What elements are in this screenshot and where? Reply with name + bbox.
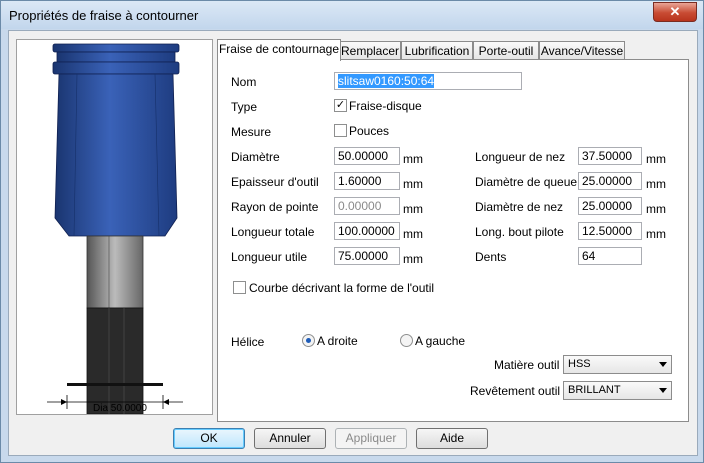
epaisseur-value: 1.60000 xyxy=(338,174,382,188)
ok-button[interactable]: OK xyxy=(173,428,245,449)
longueur-totale-unit: mm xyxy=(403,227,423,241)
epaisseur-label: Epaisseur d'outil xyxy=(231,175,319,189)
epaisseur-input[interactable]: 1.60000 xyxy=(334,172,400,190)
rayon-value: 0.00000 xyxy=(338,199,382,213)
chevron-down-icon xyxy=(659,388,667,393)
close-button[interactable]: ✕ xyxy=(653,2,697,22)
tab-label: Porte-outil xyxy=(478,44,534,58)
tab-lubrification[interactable]: Lubrification xyxy=(401,41,473,60)
help-label: Aide xyxy=(439,431,465,445)
dents-input[interactable]: 64 xyxy=(578,247,642,265)
tab-panel: Nom slitsaw0160:50:64 Type ✓ Fraise-disq… xyxy=(217,59,689,422)
longueur-utile-unit: mm xyxy=(403,252,423,266)
tab-label: Remplacer xyxy=(340,44,400,58)
dialog-window: Propriétés de fraise à contourner ✕ Dia … xyxy=(0,0,704,463)
diametre-queue-label: Diamètre de queue xyxy=(475,175,578,189)
diametre-queue-input[interactable]: 25.00000 xyxy=(578,172,642,190)
tab-label: Lubrification xyxy=(404,44,470,58)
cancel-label: Annuler xyxy=(269,431,311,445)
revetement-select[interactable]: BRILLANT xyxy=(563,381,672,400)
title-bar[interactable]: Propriétés de fraise à contourner ✕ xyxy=(1,1,703,29)
fraise-disque-checkbox[interactable]: ✓ xyxy=(334,99,347,112)
window-title: Propriétés de fraise à contourner xyxy=(9,8,199,23)
close-icon: ✕ xyxy=(669,4,681,19)
longueur-nez-label: Longueur de nez xyxy=(475,150,566,164)
diametre-label: Diamètre xyxy=(231,150,280,164)
tab-label: Avance/Vitesse xyxy=(540,44,624,58)
epaisseur-unit: mm xyxy=(403,177,423,191)
apply-label: Appliquer xyxy=(345,431,397,445)
long-bout-pilote-label: Long. bout pilote xyxy=(475,225,564,239)
longueur-nez-value: 37.50000 xyxy=(582,149,633,163)
tab-label: Fraise de contournage xyxy=(218,42,340,56)
dents-label: Dents xyxy=(475,250,507,264)
helice-gauche-radio[interactable] xyxy=(400,334,413,347)
tool-preview: Dia 50.0000 xyxy=(16,39,213,415)
diametre-queue-value: 25.00000 xyxy=(582,174,633,188)
rayon-unit: mm xyxy=(403,202,423,216)
matiere-label: Matière outil xyxy=(494,358,560,372)
name-input[interactable]: slitsaw0160:50:64 xyxy=(334,72,522,90)
tab-fraise-de-contournage[interactable]: Fraise de contournage xyxy=(217,39,341,61)
dialog-client: Dia 50.0000 Fraise de contournage Rempla… xyxy=(8,30,698,456)
ok-label: OK xyxy=(200,431,218,445)
longueur-utile-value: 75.00000 xyxy=(338,249,389,263)
helice-gauche-label: A gauche xyxy=(415,334,466,348)
longueur-totale-label: Longueur totale xyxy=(231,225,315,239)
helice-droite-radio[interactable] xyxy=(302,334,315,347)
help-button[interactable]: Aide xyxy=(416,428,488,449)
diametre-queue-unit: mm xyxy=(646,177,666,191)
diametre-unit: mm xyxy=(403,152,423,166)
longueur-utile-input[interactable]: 75.00000 xyxy=(334,247,400,265)
revetement-label: Revêtement outil xyxy=(470,384,561,398)
matiere-select[interactable]: HSS xyxy=(563,355,672,374)
name-label: Nom xyxy=(231,75,257,89)
longueur-totale-value: 100.00000 xyxy=(338,224,395,238)
dents-value: 64 xyxy=(582,249,596,263)
pouces-checkbox[interactable] xyxy=(334,124,347,137)
rayon-input: 0.00000 xyxy=(334,197,400,215)
longueur-utile-label: Longueur utile xyxy=(231,250,308,264)
diametre-input[interactable]: 50.00000 xyxy=(334,147,400,165)
longueur-totale-input[interactable]: 100.00000 xyxy=(334,222,400,240)
apply-button: Appliquer xyxy=(335,428,407,449)
diametre-nez-label: Diamètre de nez xyxy=(475,200,564,214)
tool-illustration xyxy=(47,43,183,414)
fraise-disque-label: Fraise-disque xyxy=(349,99,422,113)
name-input-value: slitsaw0160:50:64 xyxy=(338,74,435,88)
chevron-down-icon xyxy=(659,362,667,367)
longueur-nez-input[interactable]: 37.50000 xyxy=(578,147,642,165)
long-bout-pilote-value: 12.50000 xyxy=(582,224,633,238)
long-bout-pilote-unit: mm xyxy=(646,227,666,241)
revetement-value: BRILLANT xyxy=(568,384,621,396)
tab-remplacer[interactable]: Remplacer xyxy=(339,41,401,60)
diametre-value: 50.00000 xyxy=(338,149,389,163)
matiere-value: HSS xyxy=(568,358,591,370)
tab-avance-vitesse[interactable]: Avance/Vitesse xyxy=(539,41,625,60)
diametre-nez-input[interactable]: 25.00000 xyxy=(578,197,642,215)
cancel-button[interactable]: Annuler xyxy=(254,428,326,449)
diametre-nez-value: 25.00000 xyxy=(582,199,633,213)
diametre-nez-unit: mm xyxy=(646,202,666,216)
courbe-checkbox[interactable] xyxy=(233,281,246,294)
courbe-label: Courbe décrivant la forme de l'outil xyxy=(249,281,435,295)
pouces-label: Pouces xyxy=(349,124,390,138)
rayon-label: Rayon de pointe xyxy=(231,200,319,214)
preview-dimension-label: Dia 50.0000 xyxy=(93,403,147,414)
type-label: Type xyxy=(231,100,258,114)
tab-porte-outil[interactable]: Porte-outil xyxy=(473,41,539,60)
helice-droite-label: A droite xyxy=(317,334,358,348)
longueur-nez-unit: mm xyxy=(646,152,666,166)
long-bout-pilote-input[interactable]: 12.50000 xyxy=(578,222,642,240)
helice-label: Hélice xyxy=(231,335,265,349)
measure-label: Mesure xyxy=(231,125,272,139)
